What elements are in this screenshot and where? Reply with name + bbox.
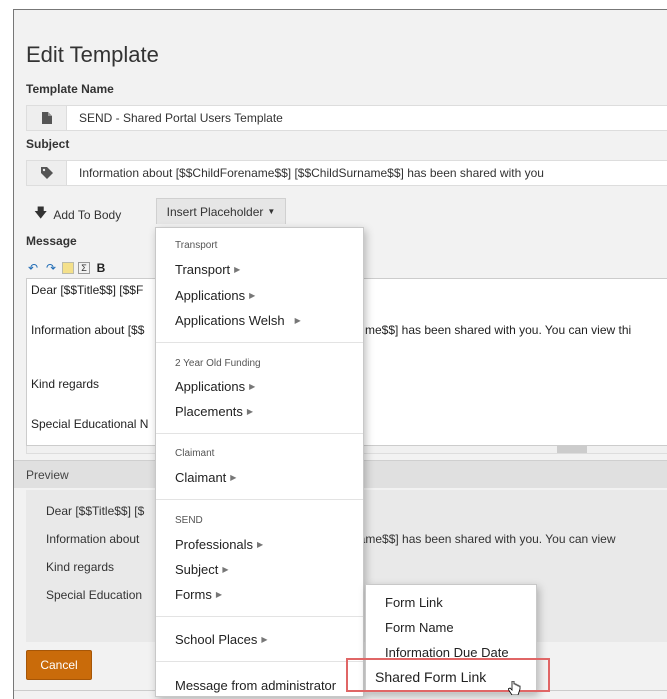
editor-line: me$$] has been shared with you. You can … xyxy=(365,323,632,337)
menu-item-claimant[interactable]: Claimant ▶ xyxy=(175,470,236,485)
dropdown-header-claimant: Claimant xyxy=(175,448,215,459)
subject-label: Subject xyxy=(26,137,70,151)
insert-placeholder-button[interactable]: Insert Placeholder ▼ xyxy=(156,198,286,224)
caret-right-icon: ▶ xyxy=(222,565,229,574)
caret-right-icon: ▶ xyxy=(249,382,256,391)
subject-value: Information about [$$ChildForename$$] [$… xyxy=(79,166,544,180)
dropdown-divider xyxy=(156,433,363,434)
dropdown-divider xyxy=(156,342,363,343)
submenu-item-form-name[interactable]: Form Name xyxy=(385,620,454,635)
caret-right-icon: ▶ xyxy=(215,590,222,599)
caret-right-icon: ▶ xyxy=(294,316,301,325)
dropdown-divider xyxy=(156,499,363,500)
arrow-down-icon: 🡇 xyxy=(34,205,48,220)
message-label: Message xyxy=(26,234,77,248)
menu-item-message-from-administrator[interactable]: Message from administrator xyxy=(175,678,336,693)
editor-line: Dear [$$Title$$] [$$F xyxy=(31,283,144,297)
menu-item-professionals[interactable]: Professionals ▶ xyxy=(175,537,263,552)
tag-icon xyxy=(27,161,67,185)
editor-line: Special Educational N xyxy=(31,417,149,431)
undo-icon[interactable]: ↶ xyxy=(26,261,40,275)
menu-item-placements[interactable]: Placements ▶ xyxy=(175,404,253,419)
template-name-label: Template Name xyxy=(26,82,114,96)
menu-item-applications[interactable]: Applications ▶ xyxy=(175,288,255,303)
menu-item-applications-welsh[interactable]: Applications Welsh ▶ xyxy=(175,313,301,328)
template-name-field[interactable]: SEND - Shared Portal Users Template xyxy=(26,105,667,131)
preview-line: name$$] has been shared with you. You ca… xyxy=(352,532,616,546)
caret-right-icon: ▶ xyxy=(230,473,237,482)
dropdown-header-transport: Transport xyxy=(175,240,218,251)
scrollbar-thumb[interactable] xyxy=(557,446,587,453)
menu-item-school-places[interactable]: School Places ▶ xyxy=(175,632,268,647)
sigma-icon[interactable]: Σ xyxy=(78,262,90,274)
template-name-value: SEND - Shared Portal Users Template xyxy=(79,111,283,125)
dropdown-divider xyxy=(156,616,363,617)
add-to-body-button[interactable]: 🡇 Add To Body xyxy=(34,204,121,226)
bold-icon[interactable]: B xyxy=(94,261,108,275)
caret-right-icon: ▶ xyxy=(234,265,241,274)
dropdown-header-2yo-funding: 2 Year Old Funding xyxy=(175,358,261,369)
editor-line: Information about [$$ xyxy=(31,323,145,337)
caret-right-icon: ▶ xyxy=(246,407,254,416)
editor-line: Kind regards xyxy=(31,377,100,391)
preview-line: Information about xyxy=(46,532,140,546)
document-icon xyxy=(27,106,67,130)
subject-field[interactable]: Information about [$$ChildForename$$] [$… xyxy=(26,160,667,186)
submenu-item-form-link[interactable]: Form Link xyxy=(385,595,443,610)
template-icon[interactable] xyxy=(62,262,74,274)
placeholder-dropdown: Transport Transport ▶ Applications ▶ Appli… xyxy=(155,227,364,697)
menu-item-forms[interactable]: Forms ▶ xyxy=(175,587,222,602)
menu-item-subject[interactable]: Subject ▶ xyxy=(175,562,229,577)
dropdown-header-send: SEND xyxy=(175,515,203,526)
caret-right-icon: ▶ xyxy=(261,635,268,644)
preview-line: Kind regards xyxy=(46,560,115,574)
caret-right-icon: ▶ xyxy=(257,540,264,549)
caret-right-icon: ▶ xyxy=(249,291,256,300)
caret-down-icon: ▼ xyxy=(267,207,276,216)
dropdown-divider xyxy=(156,661,363,662)
page-title: Edit Template xyxy=(26,42,159,67)
cancel-button[interactable]: Cancel xyxy=(26,650,92,680)
editor-toolbar: ↶ ↷ Σ B xyxy=(26,258,108,278)
menu-item-transport[interactable]: Transport ▶ xyxy=(175,262,240,277)
preview-line: Special Education xyxy=(46,588,143,602)
redo-icon[interactable]: ↷ xyxy=(44,261,58,275)
menu-item-applications-2yo[interactable]: Applications ▶ xyxy=(175,379,255,394)
preview-line: Dear [$$Title$$] [$ xyxy=(46,504,145,518)
insert-placeholder-label: Insert Placeholder xyxy=(166,204,264,219)
add-to-body-label: Add To Body xyxy=(53,208,122,222)
